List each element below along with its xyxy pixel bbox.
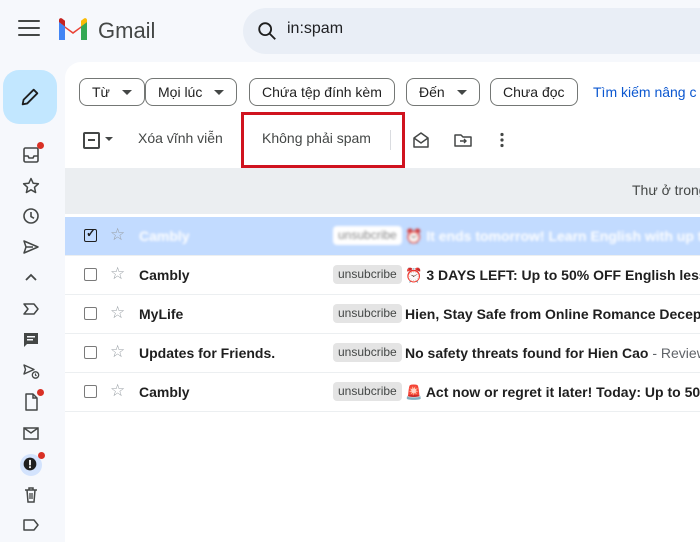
email-row[interactable]: ☆ Cambly unsubcribe⏰ It ends tomorrow! Lea… [65, 217, 700, 256]
unsubscribe-badge[interactable]: unsubcribe [333, 343, 402, 362]
search-input[interactable] [285, 19, 669, 39]
row-checkbox[interactable] [84, 385, 97, 398]
delete-forever-button[interactable]: Xóa vĩnh viễn [138, 130, 223, 146]
email-subject: Hien, Stay Safe from Online Romance Dece… [405, 306, 700, 322]
row-checkbox[interactable] [84, 307, 97, 320]
gmail-logo-icon [59, 18, 87, 40]
select-dropdown-icon[interactable] [105, 137, 113, 141]
unsubscribe-badge[interactable]: unsubcribe [333, 265, 402, 284]
chevron-up-icon[interactable] [21, 268, 41, 288]
main-menu-icon[interactable] [18, 20, 40, 38]
all-mail-icon[interactable] [21, 423, 41, 443]
email-subject-text: Hien, Stay Safe from Online Romance Dece… [405, 306, 700, 322]
notification-dot [38, 452, 45, 459]
notification-dot [37, 389, 44, 396]
email-snippet: - Review [652, 345, 700, 361]
email-row[interactable]: ☆ MyLife unsubcribe Hien, Stay Safe from O… [65, 295, 700, 334]
top-bar: Gmail [0, 0, 700, 62]
filter-attachment-chip[interactable]: Chứa tệp đính kèm [249, 78, 395, 106]
email-sender: Cambly [139, 228, 190, 244]
subject-emoji-icon: ⏰ [405, 267, 423, 283]
email-subject-text: Act now or regret it later! Today: Up to… [425, 384, 700, 400]
dropdown-caret-icon [456, 89, 467, 95]
email-row[interactable]: ☆ Cambly unsubcribe 🚨 Act now or regret it … [65, 373, 700, 412]
email-subject: ⏰ It ends tomorrow! Learn English with u… [405, 228, 700, 245]
label-important-icon[interactable] [21, 299, 41, 319]
email-sender: Cambly [139, 267, 190, 283]
send-icon[interactable] [21, 237, 41, 257]
star-icon[interactable]: ☆ [110, 343, 125, 360]
label-icon[interactable] [21, 515, 41, 535]
more-options-icon[interactable] [492, 130, 512, 150]
email-subject: ⏰ 3 DAYS LEFT: Up to 50% OFF English les… [405, 267, 700, 284]
highlight-annotation-box [241, 112, 405, 168]
select-all-checkbox[interactable] [83, 132, 100, 149]
filter-label: Chứa tệp đính kèm [262, 84, 382, 100]
trash-icon[interactable] [21, 485, 41, 505]
spam-notice-bar: Thư ở trong [65, 168, 700, 214]
filter-label: Từ [92, 84, 110, 100]
star-icon[interactable] [21, 176, 41, 196]
email-sender: Cambly [139, 384, 190, 400]
email-list: ☆Camblyunsubcribe⏰ It ends tomorrow! Lea… [65, 217, 700, 412]
filter-label: Mọi lúc [158, 84, 203, 100]
notification-dot [37, 142, 44, 149]
subject-emoji-icon: ⏰ [405, 228, 423, 244]
search-bar[interactable] [243, 8, 700, 54]
move-to-icon[interactable] [453, 130, 473, 150]
row-checkbox[interactable] [84, 346, 97, 359]
filter-to-chip[interactable]: Đến [406, 78, 480, 106]
compose-button[interactable] [3, 70, 57, 124]
star-icon[interactable]: ☆ [110, 382, 125, 399]
unsubscribe-badge[interactable]: unsubcribe [333, 226, 402, 245]
star-icon[interactable]: ☆ [110, 226, 125, 243]
filter-label: Chưa đọc [503, 84, 565, 100]
email-sender: MyLife [139, 306, 184, 322]
star-icon[interactable]: ☆ [110, 265, 125, 282]
unsubscribe-badge[interactable]: unsubcribe [333, 382, 402, 401]
subject-emoji-icon: 🚨 [405, 384, 423, 400]
pencil-icon [21, 88, 39, 106]
unsubscribe-badge[interactable]: unsubcribe [333, 304, 402, 323]
email-row[interactable]: ☆ Updates for Friends. unsubcribe No safet… [65, 334, 700, 373]
spam-notice-text: Thư ở trong [632, 182, 700, 198]
scheduled-send-icon[interactable] [21, 361, 41, 381]
email-subject: 🚨 Act now or regret it later! Today: Up … [405, 384, 700, 401]
gmail-brand: Gmail [98, 18, 156, 43]
star-icon[interactable]: ☆ [110, 304, 125, 321]
search-icon[interactable] [256, 20, 278, 42]
email-row[interactable]: ☆ Cambly unsubcribe ⏰ 3 DAYS LEFT: Up to 50… [65, 256, 700, 295]
email-subject-text: 3 DAYS LEFT: Up to 50% OFF English lesso [426, 267, 700, 283]
row-checkbox[interactable] [84, 226, 97, 242]
dropdown-caret-icon [214, 89, 225, 95]
row-checkbox[interactable] [84, 268, 97, 281]
email-sender: Updates for Friends. [139, 345, 276, 361]
chat-icon[interactable] [21, 330, 41, 350]
email-subject: No safety threats found for Hien Cao - R… [405, 345, 700, 361]
filter-unread-chip[interactable]: Chưa đọc [490, 78, 578, 106]
email-subject-text: No safety threats found for Hien Cao [405, 345, 649, 361]
dropdown-caret-icon [121, 89, 132, 95]
filter-label: Đến [419, 84, 445, 100]
main-pane: Từ Mọi lúc Chứa tệp đính kèm Đến Chưa đọ… [65, 62, 700, 542]
mark-as-read-icon[interactable] [411, 130, 431, 150]
advanced-search-link[interactable]: Tìm kiếm nâng c [593, 84, 696, 100]
clock-icon[interactable] [21, 206, 41, 226]
filter-from-chip[interactable]: Từ [79, 78, 145, 106]
filter-time-chip[interactable]: Mọi lúc [145, 78, 238, 106]
email-subject-text: It ends tomorrow! Learn English with up … [426, 228, 700, 244]
